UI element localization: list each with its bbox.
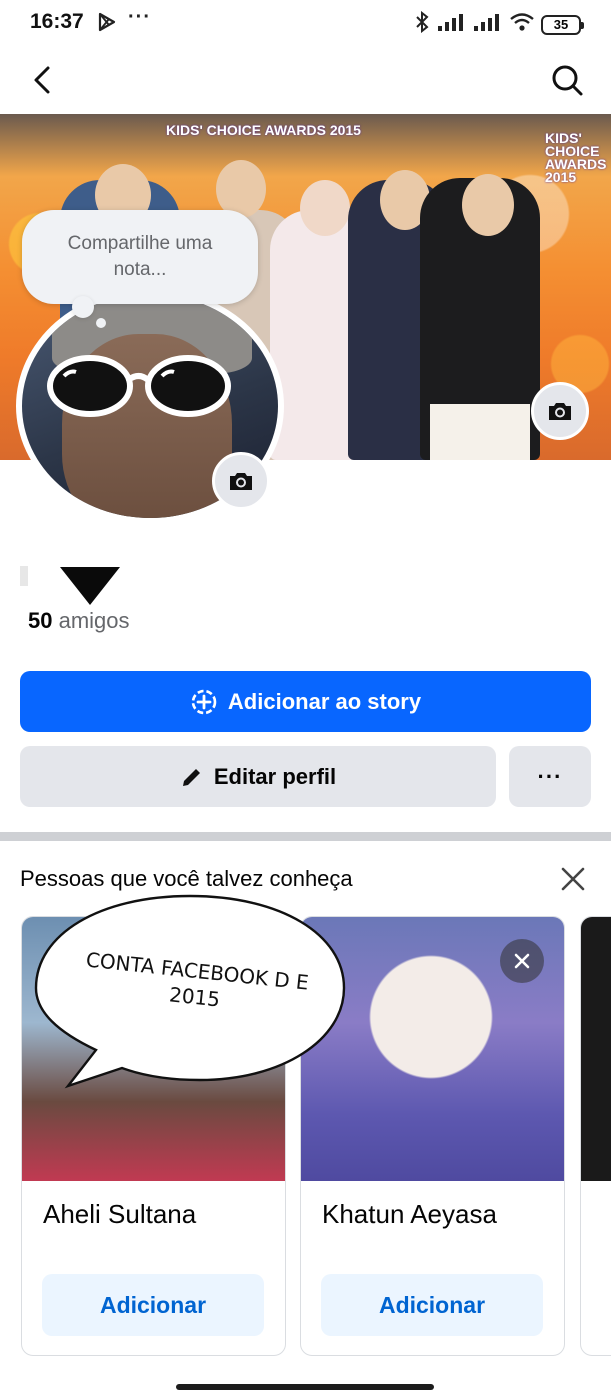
bluetooth-icon bbox=[413, 10, 431, 38]
play-store-icon bbox=[97, 12, 117, 37]
more-options-button[interactable]: ··· bbox=[509, 746, 591, 807]
cover-logo-right: KIDS' CHOICE AWARDS 2015 bbox=[545, 130, 607, 185]
add-to-story-button[interactable]: Adicionar ao story bbox=[20, 671, 591, 732]
pymk-card-partial[interactable] bbox=[580, 916, 611, 1356]
pymk-dismiss-button[interactable] bbox=[500, 939, 544, 983]
friends-count[interactable]: 50 amigos bbox=[28, 608, 130, 634]
friends-label: amigos bbox=[58, 608, 130, 633]
pymk-card-name[interactable]: Aheli Sultana bbox=[43, 1199, 196, 1230]
add-circle-icon bbox=[191, 689, 217, 714]
camera-icon bbox=[549, 403, 571, 420]
search-button[interactable] bbox=[547, 60, 587, 100]
add-to-story-label: Adicionar ao story bbox=[227, 688, 422, 714]
section-divider bbox=[0, 832, 611, 841]
cover-person-legs bbox=[430, 404, 530, 460]
name-redaction-triangle bbox=[60, 567, 120, 605]
pymk-card-name[interactable]: Khatun Aeyasa bbox=[322, 1199, 497, 1230]
signal-icon-1 bbox=[437, 12, 467, 37]
back-arrow-icon bbox=[34, 66, 50, 94]
pymk-add-button[interactable]: Adicionar bbox=[42, 1274, 264, 1336]
pencil-icon bbox=[182, 768, 200, 786]
camera-icon bbox=[230, 473, 252, 490]
friends-number: 50 bbox=[28, 608, 53, 633]
avatar-camera-button[interactable] bbox=[212, 452, 270, 510]
cover-logo-left: KIDS' CHOICE AWARDS 2015 bbox=[166, 122, 361, 138]
signal-icon-2 bbox=[473, 12, 503, 37]
note-bubble-dot bbox=[72, 296, 94, 318]
back-button[interactable] bbox=[24, 60, 64, 100]
close-icon bbox=[514, 953, 530, 969]
wifi-icon bbox=[509, 12, 535, 37]
pymk-card-photo bbox=[581, 917, 611, 1181]
search-icon bbox=[552, 65, 583, 96]
close-icon bbox=[561, 867, 585, 891]
pymk-title: Pessoas que você talvez conheça bbox=[20, 866, 353, 891]
pymk-close-button[interactable] bbox=[556, 862, 590, 896]
cover-person-head bbox=[462, 174, 514, 236]
pymk-add-button[interactable]: Adicionar bbox=[321, 1274, 543, 1336]
status-bar: 16:37 ··· 35 bbox=[0, 0, 611, 46]
sunglasses-sticker bbox=[47, 355, 231, 417]
cover-person-head bbox=[300, 180, 350, 236]
note-bubble[interactable]: Compartilhe uma nota... bbox=[22, 210, 258, 304]
edit-profile-label: Editar perfil bbox=[213, 763, 337, 789]
status-time: 16:37 bbox=[30, 10, 84, 33]
cover-camera-button[interactable] bbox=[531, 382, 589, 440]
top-navigation bbox=[0, 50, 611, 110]
status-icons: 35 bbox=[413, 10, 584, 38]
profile-name-redacted bbox=[20, 566, 28, 586]
home-indicator[interactable] bbox=[176, 1384, 434, 1390]
note-bubble-dot bbox=[96, 318, 106, 328]
edit-profile-button[interactable]: Editar perfil bbox=[20, 746, 496, 807]
battery-icon: 35 bbox=[541, 14, 584, 35]
status-more-dots: ··· bbox=[128, 6, 151, 28]
